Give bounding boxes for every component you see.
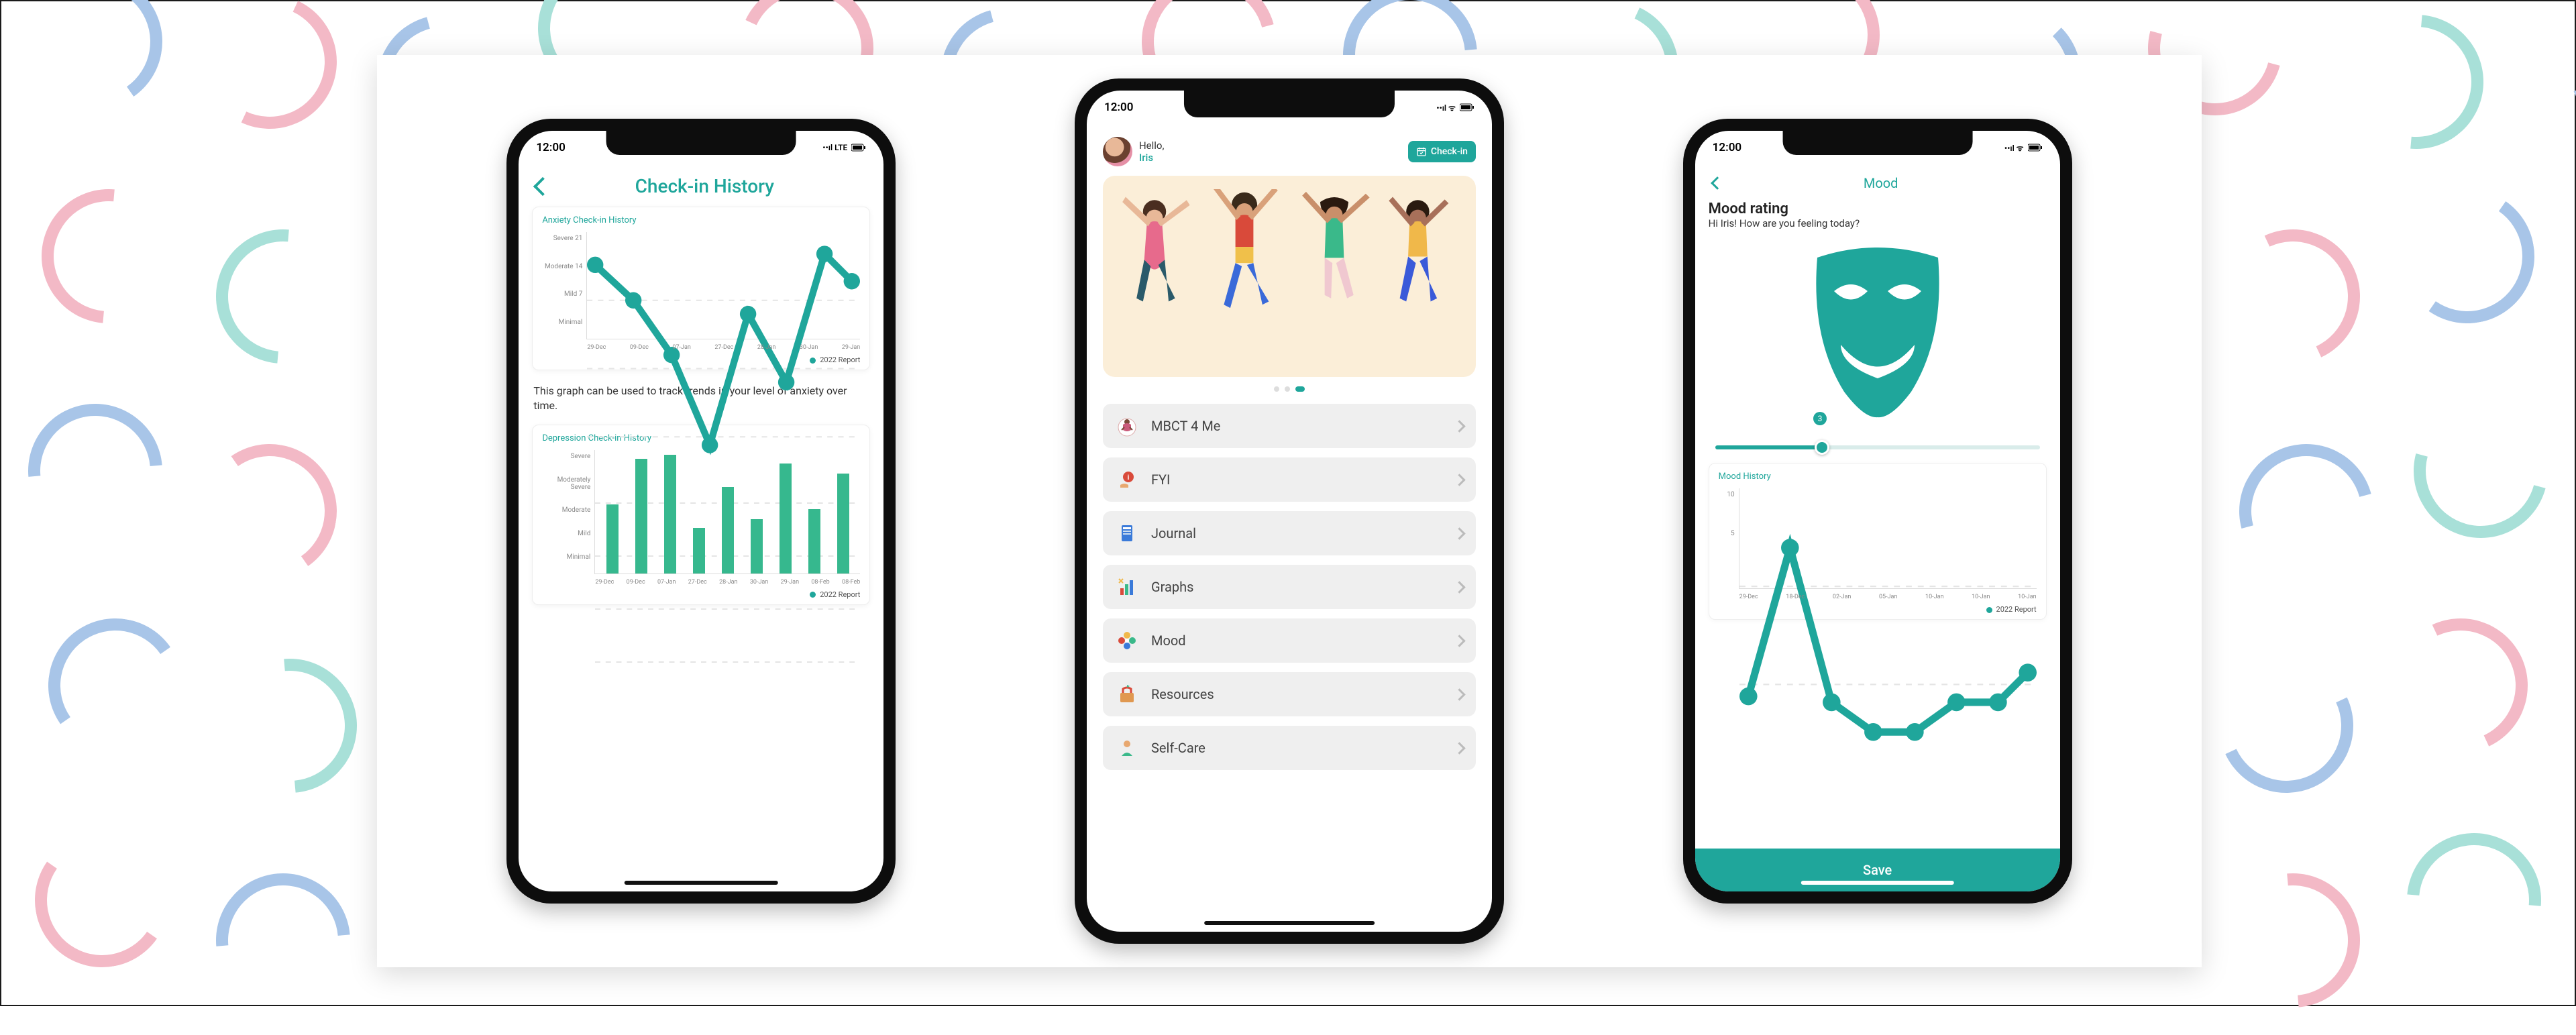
slider-value-badge: 3: [1813, 412, 1827, 425]
bar-chart-icon: [1115, 575, 1139, 599]
chart-title: Mood History: [1719, 472, 2037, 482]
page-title: Check-in History: [559, 175, 850, 197]
chevron-right-icon: [1453, 635, 1465, 647]
info-hand-icon: i: [1115, 468, 1139, 492]
y-axis-labels: Severe 21 Moderate 14 Mild 7 Minimal: [542, 232, 586, 339]
user-avatar[interactable]: [1103, 137, 1132, 166]
menu-item-mbct[interactable]: MBCT 4 Me: [1103, 404, 1476, 448]
anxiety-chart-card: Anxiety Check-in History Severe 21 Moder…: [532, 207, 870, 370]
menu-label: Self-Care: [1151, 740, 1443, 756]
x-axis-labels: 29-Dec 18-Dec 02-Jan 05-Jan 10-Jan 10-Ja…: [1739, 594, 2037, 600]
status-time: 12:00: [536, 141, 565, 154]
menu-label: Graphs: [1151, 579, 1443, 595]
hero-illustration[interactable]: [1103, 176, 1476, 377]
x-axis-labels: 29-Dec 09-Dec 07-Jan 27-Dec 28-Jan 30-Ja…: [587, 344, 860, 351]
depression-chart-card: Depression Check-in History Severe Moder…: [532, 425, 870, 605]
phone-notch: [1184, 91, 1395, 117]
home-indicator[interactable]: [1204, 921, 1375, 925]
mood-heading: Mood rating: [1709, 201, 2047, 217]
jumping-people-icon: [1103, 176, 1476, 377]
checkin-button[interactable]: Check-in: [1408, 141, 1476, 162]
chevron-right-icon: [1453, 742, 1465, 754]
phone-notch: [1782, 131, 1972, 155]
menu-label: Resources: [1151, 686, 1443, 702]
mood-flower-icon: [1115, 629, 1139, 653]
carousel-dots[interactable]: [1103, 377, 1476, 404]
status-time: 12:00: [1713, 141, 1741, 154]
chart-title: Anxiety Check-in History: [542, 215, 860, 225]
resources-icon: [1115, 682, 1139, 706]
status-indicators: ••ıl ᯤ: [1436, 102, 1474, 113]
svg-text:i: i: [1128, 474, 1130, 482]
chevron-right-icon: [1453, 420, 1465, 432]
slider-knob[interactable]: [1815, 440, 1829, 455]
menu-label: MBCT 4 Me: [1151, 418, 1443, 434]
save-button[interactable]: Save: [1695, 849, 2060, 891]
meditation-icon: [1115, 414, 1139, 438]
page-title: Mood: [1731, 175, 2031, 191]
y-axis-labels: 10 5: [1719, 488, 1739, 589]
home-indicator[interactable]: [625, 881, 777, 885]
showcase-card: 12:00 ••ıl LTE Check-in History Anxiety …: [377, 55, 2202, 967]
menu-label: Journal: [1151, 525, 1443, 541]
greeting-text: Hello, Iris: [1139, 140, 1164, 164]
phone-home: 12:00 ••ıl ᯤ Hello, Iris: [1075, 78, 1504, 944]
happy-mask-icon: [1804, 244, 1951, 419]
menu-item-resources[interactable]: Resources: [1103, 672, 1476, 716]
menu-item-journal[interactable]: Journal: [1103, 511, 1476, 555]
mood-slider[interactable]: 3: [1709, 431, 2047, 456]
mood-history-chart-card: Mood History 10 5: [1709, 463, 2047, 620]
chevron-right-icon: [1453, 581, 1465, 593]
menu-item-mood[interactable]: Mood: [1103, 618, 1476, 663]
selfcare-icon: [1115, 736, 1139, 760]
menu-label: FYI: [1151, 472, 1443, 488]
phone-history: 12:00 ••ıl LTE Check-in History Anxiety …: [506, 119, 896, 904]
mood-subheading: Hi Iris! How are you feeling today?: [1709, 217, 2047, 229]
chevron-right-icon: [1453, 688, 1465, 700]
menu-item-graphs[interactable]: Graphs: [1103, 565, 1476, 609]
back-button[interactable]: [533, 176, 552, 195]
menu-item-selfcare[interactable]: Self-Care: [1103, 726, 1476, 770]
menu-item-fyi[interactable]: i FYI: [1103, 457, 1476, 502]
menu-label: Mood: [1151, 633, 1443, 649]
y-axis-labels: Severe Moderately Severe Moderate Mild M…: [542, 450, 594, 574]
phone-mood: 12:00 ••ıl ᯤ Mood Mood rating Hi Iris! H…: [1683, 119, 2072, 904]
home-indicator[interactable]: [1801, 881, 1953, 885]
chevron-right-icon: [1453, 527, 1465, 539]
back-button[interactable]: [1711, 176, 1724, 190]
chevron-right-icon: [1453, 474, 1465, 486]
status-indicators: ••ıl LTE: [822, 143, 866, 152]
status-indicators: ••ıl ᯤ: [2004, 142, 2043, 154]
x-axis-labels: 29-Dec 09-Dec 07-Jan 27-Dec 28-Jan 30-Ja…: [595, 579, 860, 586]
journal-icon: [1115, 521, 1139, 545]
calendar-check-icon: [1416, 146, 1427, 157]
status-time: 12:00: [1104, 101, 1133, 114]
phone-notch: [606, 131, 796, 155]
